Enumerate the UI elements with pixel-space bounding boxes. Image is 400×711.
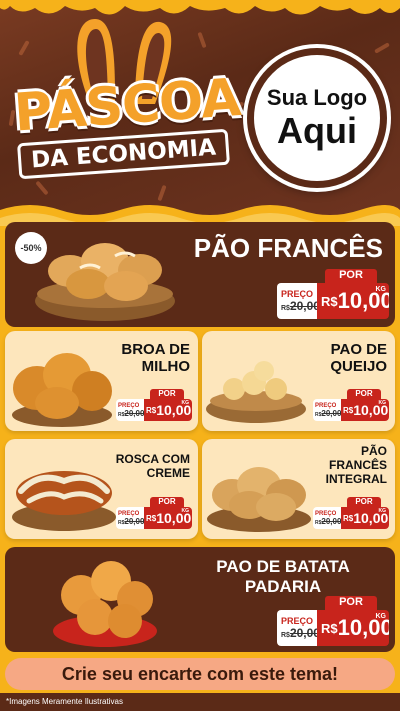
product-card-rosca-com-creme: ROSCA COM CREME POR PREÇO R$20,00 R$ 10,… (5, 439, 198, 539)
currency-symbol: R$ (321, 293, 338, 309)
product-name: ROSCA COM CREME (115, 452, 190, 480)
unit-label: KG (375, 286, 387, 293)
currency-symbol: R$ (146, 513, 157, 523)
product-name: BROA DE MILHO (121, 341, 190, 376)
pao-integral-image (207, 467, 311, 532)
product-card-pao-de-batata: PAO DE BATATA PADARIA POR PREÇO R$20,00 … (5, 547, 395, 652)
bread-basket-image (35, 243, 175, 321)
price-tag: POR PREÇO R$20,00 R$ 10,00 KG (277, 269, 389, 319)
logo-line2: Aqui (277, 110, 357, 151)
price-preco-label: PREÇO (281, 616, 314, 626)
old-price: R$20,00 (281, 626, 320, 640)
product-card-broa-de-milho: BROA DE MILHO POR PREÇO R$20,00 R$ 10,00… (5, 331, 198, 431)
product-name: PAO DE BATATA PADARIA (216, 557, 350, 596)
price-tag: POR PREÇO R$20,00 R$ 10,00 KG (116, 389, 192, 421)
header-banner: PÁSCOA DA ECONOMIA Sua Logo Aqui (0, 0, 400, 215)
broa-image (12, 353, 112, 427)
old-price: R$20,00 (281, 299, 320, 313)
unit-label: KG (181, 400, 190, 406)
price-por-label: POR (347, 389, 381, 399)
old-price: R$20,00 (315, 408, 342, 418)
campaign-title: PÁSCOA DA ECONOMIA (12, 68, 242, 180)
product-card-pao-frances-integral: PÃO FRANCÊS INTEGRAL POR PREÇO R$20,00 R… (202, 439, 395, 539)
logo-placeholder: Sua Logo Aqui (247, 48, 387, 188)
price-por-label: POR (347, 497, 381, 507)
product-name: PAO DE QUEIJO (330, 341, 387, 376)
price-tag: POR PREÇO R$20,00 R$ 10,00 KG (277, 596, 389, 646)
price-por-label: POR (325, 269, 377, 283)
currency-symbol: R$ (321, 620, 338, 636)
footer-disclaimer: *Imagens Meramente Ilustrativas (0, 693, 400, 711)
price-tag: POR PREÇO R$20,00 R$ 10,00 KG (116, 497, 192, 529)
old-price: R$20,00 (315, 516, 342, 526)
price-tag: POR PREÇO R$20,00 R$ 10,00 KG (313, 389, 389, 421)
unit-label: KG (181, 508, 190, 514)
product-card-pao-de-queijo: PAO DE QUEIJO POR PREÇO R$20,00 R$ 10,00… (202, 331, 395, 431)
price-por-label: POR (325, 596, 377, 610)
unit-label: KG (378, 508, 387, 514)
pao-de-batata-image (53, 561, 157, 647)
price-por-label: POR (150, 389, 184, 399)
cta-banner[interactable]: Crie seu encarte com este tema! (5, 658, 395, 690)
product-card-pao-frances: -50% PÃO FRANCÊS POR PREÇO R$20,00 R$ 10… (5, 222, 395, 327)
currency-symbol: R$ (146, 405, 157, 415)
unit-label: KG (375, 613, 387, 620)
price-por-label: POR (150, 497, 184, 507)
price-preco-label: PREÇO (281, 289, 314, 299)
unit-label: KG (378, 400, 387, 406)
pao-de-queijo-image (206, 361, 306, 423)
currency-symbol: R$ (343, 405, 354, 415)
currency-symbol: R$ (343, 513, 354, 523)
price-tag: POR PREÇO R$20,00 R$ 10,00 KG (313, 497, 389, 529)
logo-line1: Sua Logo (266, 85, 368, 110)
old-price: R$20,00 (118, 408, 145, 418)
product-name: PÃO FRANCÊS INTEGRAL (325, 444, 387, 486)
rosca-image (12, 471, 116, 531)
old-price: R$20,00 (118, 516, 145, 526)
product-name: PÃO FRANCÊS (193, 233, 383, 263)
